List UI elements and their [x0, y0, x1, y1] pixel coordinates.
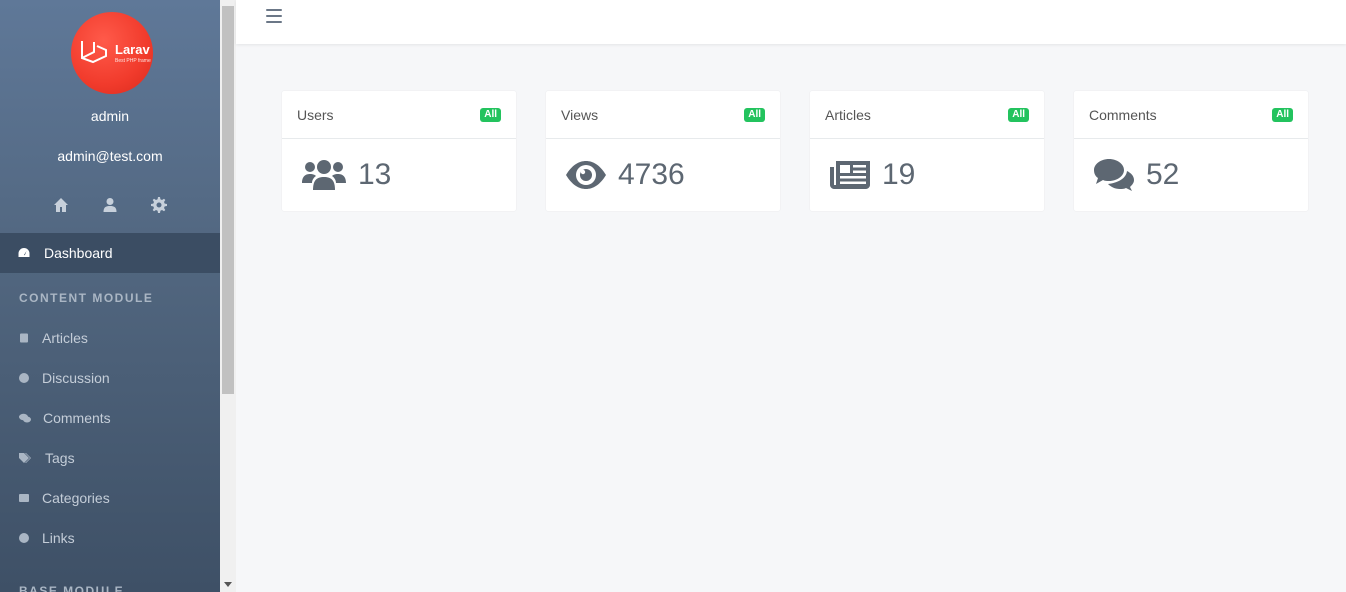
card-title: Users — [297, 106, 334, 123]
badge-all[interactable]: All — [480, 107, 501, 122]
scroll-down-arrow-icon[interactable] — [224, 582, 232, 587]
menu-toggle-icon[interactable] — [266, 9, 282, 23]
comments-icon — [1094, 159, 1134, 191]
stat-card-articles: Articles All 19 — [810, 91, 1044, 211]
badge-all[interactable]: All — [1272, 107, 1293, 122]
logo-subtext: Best PHP frame — [115, 58, 151, 64]
question-icon — [19, 373, 29, 383]
stat-value: 52 — [1146, 158, 1180, 191]
sidebar-item-label: Categories — [42, 490, 110, 506]
sidebar-item-tags[interactable]: Tags — [0, 438, 220, 478]
user-name: admin — [90, 108, 130, 124]
section-title-content-module: CONTENT MODULE — [19, 291, 154, 305]
stat-card-users: Users All 13 — [282, 91, 516, 211]
quick-links — [0, 196, 220, 213]
laravel-logo-icon — [81, 41, 107, 64]
scrollbar-thumb[interactable] — [222, 6, 234, 394]
sidebar-item-dashboard[interactable]: Dashboard — [0, 233, 220, 273]
badge-all[interactable]: All — [744, 107, 765, 122]
avatar[interactable]: Larav Best PHP frame — [71, 12, 153, 94]
eye-icon — [566, 161, 606, 189]
dashboard-icon — [18, 248, 30, 257]
list-icon — [19, 494, 29, 502]
badge-all[interactable]: All — [1008, 107, 1029, 122]
stat-value: 13 — [358, 158, 392, 191]
globe-icon — [19, 533, 29, 543]
sidebar-item-comments[interactable]: Comments — [0, 398, 220, 438]
sidebar-item-label: Tags — [45, 450, 75, 466]
card-title: Articles — [825, 106, 871, 123]
sidebar-item-label: Comments — [43, 410, 111, 426]
card-title: Comments — [1089, 106, 1157, 123]
logo-text: Larav — [115, 42, 150, 57]
user-email: admin@test.com — [57, 148, 163, 164]
sidebar-item-label: Dashboard — [44, 245, 113, 261]
section-title-base-module: BASE MODULE — [19, 584, 125, 592]
book-icon — [20, 333, 28, 343]
comments-icon — [19, 413, 31, 423]
stat-value: 4736 — [618, 158, 685, 191]
sidebar-item-articles[interactable]: Articles — [0, 318, 220, 358]
sidebar: Larav Best PHP frame admin admin@test.co… — [0, 0, 220, 592]
sidebar-item-label: Discussion — [42, 370, 110, 386]
stat-value: 19 — [882, 158, 916, 191]
sidebar-item-label: Articles — [42, 330, 88, 346]
user-icon[interactable] — [102, 196, 119, 213]
sidebar-item-categories[interactable]: Categories — [0, 478, 220, 518]
sidebar-item-discussion[interactable]: Discussion — [0, 358, 220, 398]
newspaper-icon — [830, 161, 870, 189]
sidebar-item-links[interactable]: Links — [0, 518, 220, 558]
card-title: Views — [561, 106, 599, 123]
gear-icon[interactable] — [151, 196, 168, 213]
tags-icon — [19, 453, 31, 463]
users-icon — [302, 160, 346, 190]
sidebar-item-label: Links — [42, 530, 75, 546]
stat-card-views: Views All 4736 — [546, 91, 780, 211]
top-bar — [236, 0, 1346, 44]
stat-card-comments: Comments All 52 — [1074, 91, 1308, 211]
home-icon[interactable] — [53, 196, 70, 213]
